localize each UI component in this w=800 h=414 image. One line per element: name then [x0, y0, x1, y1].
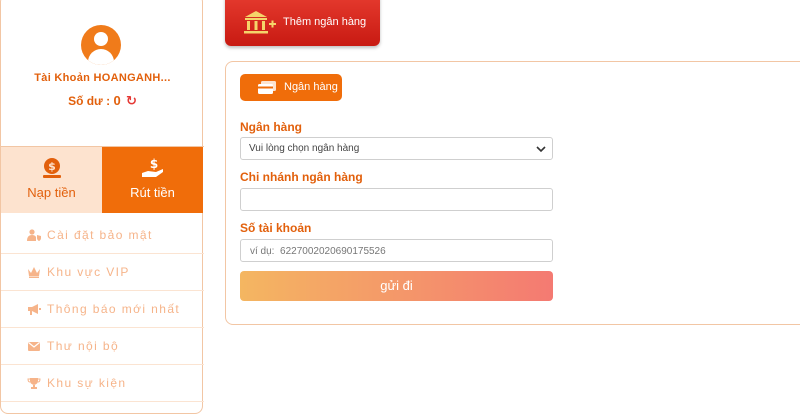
tab-withdraw-label: Rút tiền: [130, 185, 175, 200]
account-name: Tài Khoản HOANGANH...: [34, 72, 171, 84]
wallet-tabs: $ Nạp tiền $ Rút tiền: [1, 146, 204, 213]
tab-deposit-label: Nạp tiền: [27, 185, 76, 200]
bank-select-value: Vui lòng chọn ngân hàng: [249, 143, 360, 154]
crown-icon: [28, 267, 40, 278]
account-number-label: Số tài khoản: [240, 221, 312, 235]
tab-deposit[interactable]: $ Nạp tiền: [1, 147, 102, 213]
sidebar-item-notifications[interactable]: Thông báo mới nhất: [1, 291, 204, 328]
bank-form-panel: Ngân hàng Ngân hàng Vui lòng chọn ngân h…: [225, 61, 800, 325]
sidebar-item-vip[interactable]: Khu vực VIP: [1, 254, 204, 291]
tab-withdraw[interactable]: $ Rút tiền: [102, 147, 203, 213]
profile-card: Tài Khoản HOANGANH... Số dư : 0 ↻: [1, 1, 204, 140]
megaphone-icon: [28, 304, 41, 315]
balance-value: 0: [113, 93, 121, 108]
user-shield-icon: [27, 229, 41, 241]
sidebar: Tài Khoản HOANGANH... Số dư : 0 ↻ $ Nạp …: [0, 0, 204, 414]
bank-select[interactable]: Vui lòng chọn ngân hàng: [240, 137, 553, 160]
branch-label: Chi nhánh ngân hàng: [240, 170, 363, 184]
sidebar-item-label: Thư nội bộ: [47, 339, 120, 353]
money-bag-icon: $: [42, 158, 61, 178]
bank-label: Ngân hàng: [240, 120, 302, 134]
refresh-icon[interactable]: ↻: [126, 93, 137, 109]
account-number-input[interactable]: [248, 243, 542, 260]
tab-bank-label: Ngân hàng: [284, 81, 338, 93]
card-icon: [258, 81, 276, 94]
sidebar-item-security[interactable]: Cài đặt bảo mật: [1, 217, 204, 254]
bank-plus-icon: [244, 11, 276, 34]
account-number-field[interactable]: [240, 239, 553, 262]
svg-text:$: $: [48, 160, 56, 173]
sidebar-item-events[interactable]: Khu sự kiện: [1, 365, 204, 402]
balance-row: Số dư : 0 ↻: [1, 93, 204, 109]
branch-input[interactable]: [240, 188, 553, 211]
balance-label: Số dư :: [68, 94, 111, 108]
sidebar-item-label: Khu sự kiện: [47, 376, 127, 390]
chevron-down-icon: [536, 146, 546, 153]
sidebar-item-label: Thông báo mới nhất: [47, 302, 181, 316]
sidebar-item-label: Khu vực VIP: [47, 265, 130, 279]
sidebar-item-inbox[interactable]: Thư nội bộ: [1, 328, 204, 365]
sidebar-menu: Cài đặt bảo mật Khu vực VIP Thông báo mớ…: [1, 217, 204, 402]
submit-button[interactable]: gửi đi: [240, 271, 553, 301]
avatar-icon[interactable]: [81, 25, 121, 65]
trophy-icon: [27, 378, 41, 389]
sidebar-item-label: Cài đặt bảo mật: [47, 228, 153, 242]
svg-text:$: $: [149, 157, 157, 171]
envelope-icon: [28, 342, 40, 351]
tab-bank[interactable]: Ngân hàng: [240, 74, 342, 101]
add-bank-button[interactable]: Thêm ngân hàng: [225, 0, 380, 46]
hand-money-icon: $: [141, 157, 163, 177]
add-bank-label: Thêm ngân hàng: [283, 16, 367, 28]
